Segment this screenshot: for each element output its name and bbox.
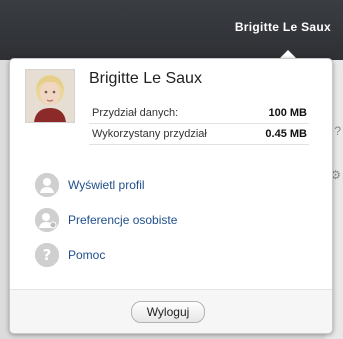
svg-text:?: ? (43, 246, 52, 264)
person-icon (35, 173, 59, 197)
quota-label: Przydział danych: (92, 107, 179, 119)
avatar-photo (26, 70, 74, 122)
logout-button[interactable]: Wyloguj (131, 301, 205, 323)
used-quota-row: Wykorzystany przydział 0.45 MB (89, 124, 309, 145)
person-settings-icon (35, 208, 59, 232)
used-quota-label: Wykorzystany przydział (92, 128, 207, 140)
user-dropdown-panel: Brigitte Le Saux Przydział danych: 100 M… (9, 58, 333, 334)
quota-row: Przydział danych: 100 MB (89, 103, 309, 124)
menu-item-label[interactable]: Pomoc (68, 248, 105, 262)
background-glyph: ? (334, 124, 341, 138)
dropdown-footer: Wyloguj (10, 289, 332, 333)
topbar-user-name[interactable]: Brigitte Le Saux (235, 20, 331, 34)
profile-name: Brigitte Le Saux (89, 70, 202, 87)
quota-value: 100 MB (268, 107, 307, 119)
used-quota-value: 0.45 MB (265, 128, 307, 140)
help-icon: ? (35, 243, 59, 267)
avatar (25, 69, 75, 123)
menu-item-label[interactable]: Wyświetl profil (68, 178, 145, 192)
menu-item-label[interactable]: Preferencje osobiste (68, 213, 177, 227)
